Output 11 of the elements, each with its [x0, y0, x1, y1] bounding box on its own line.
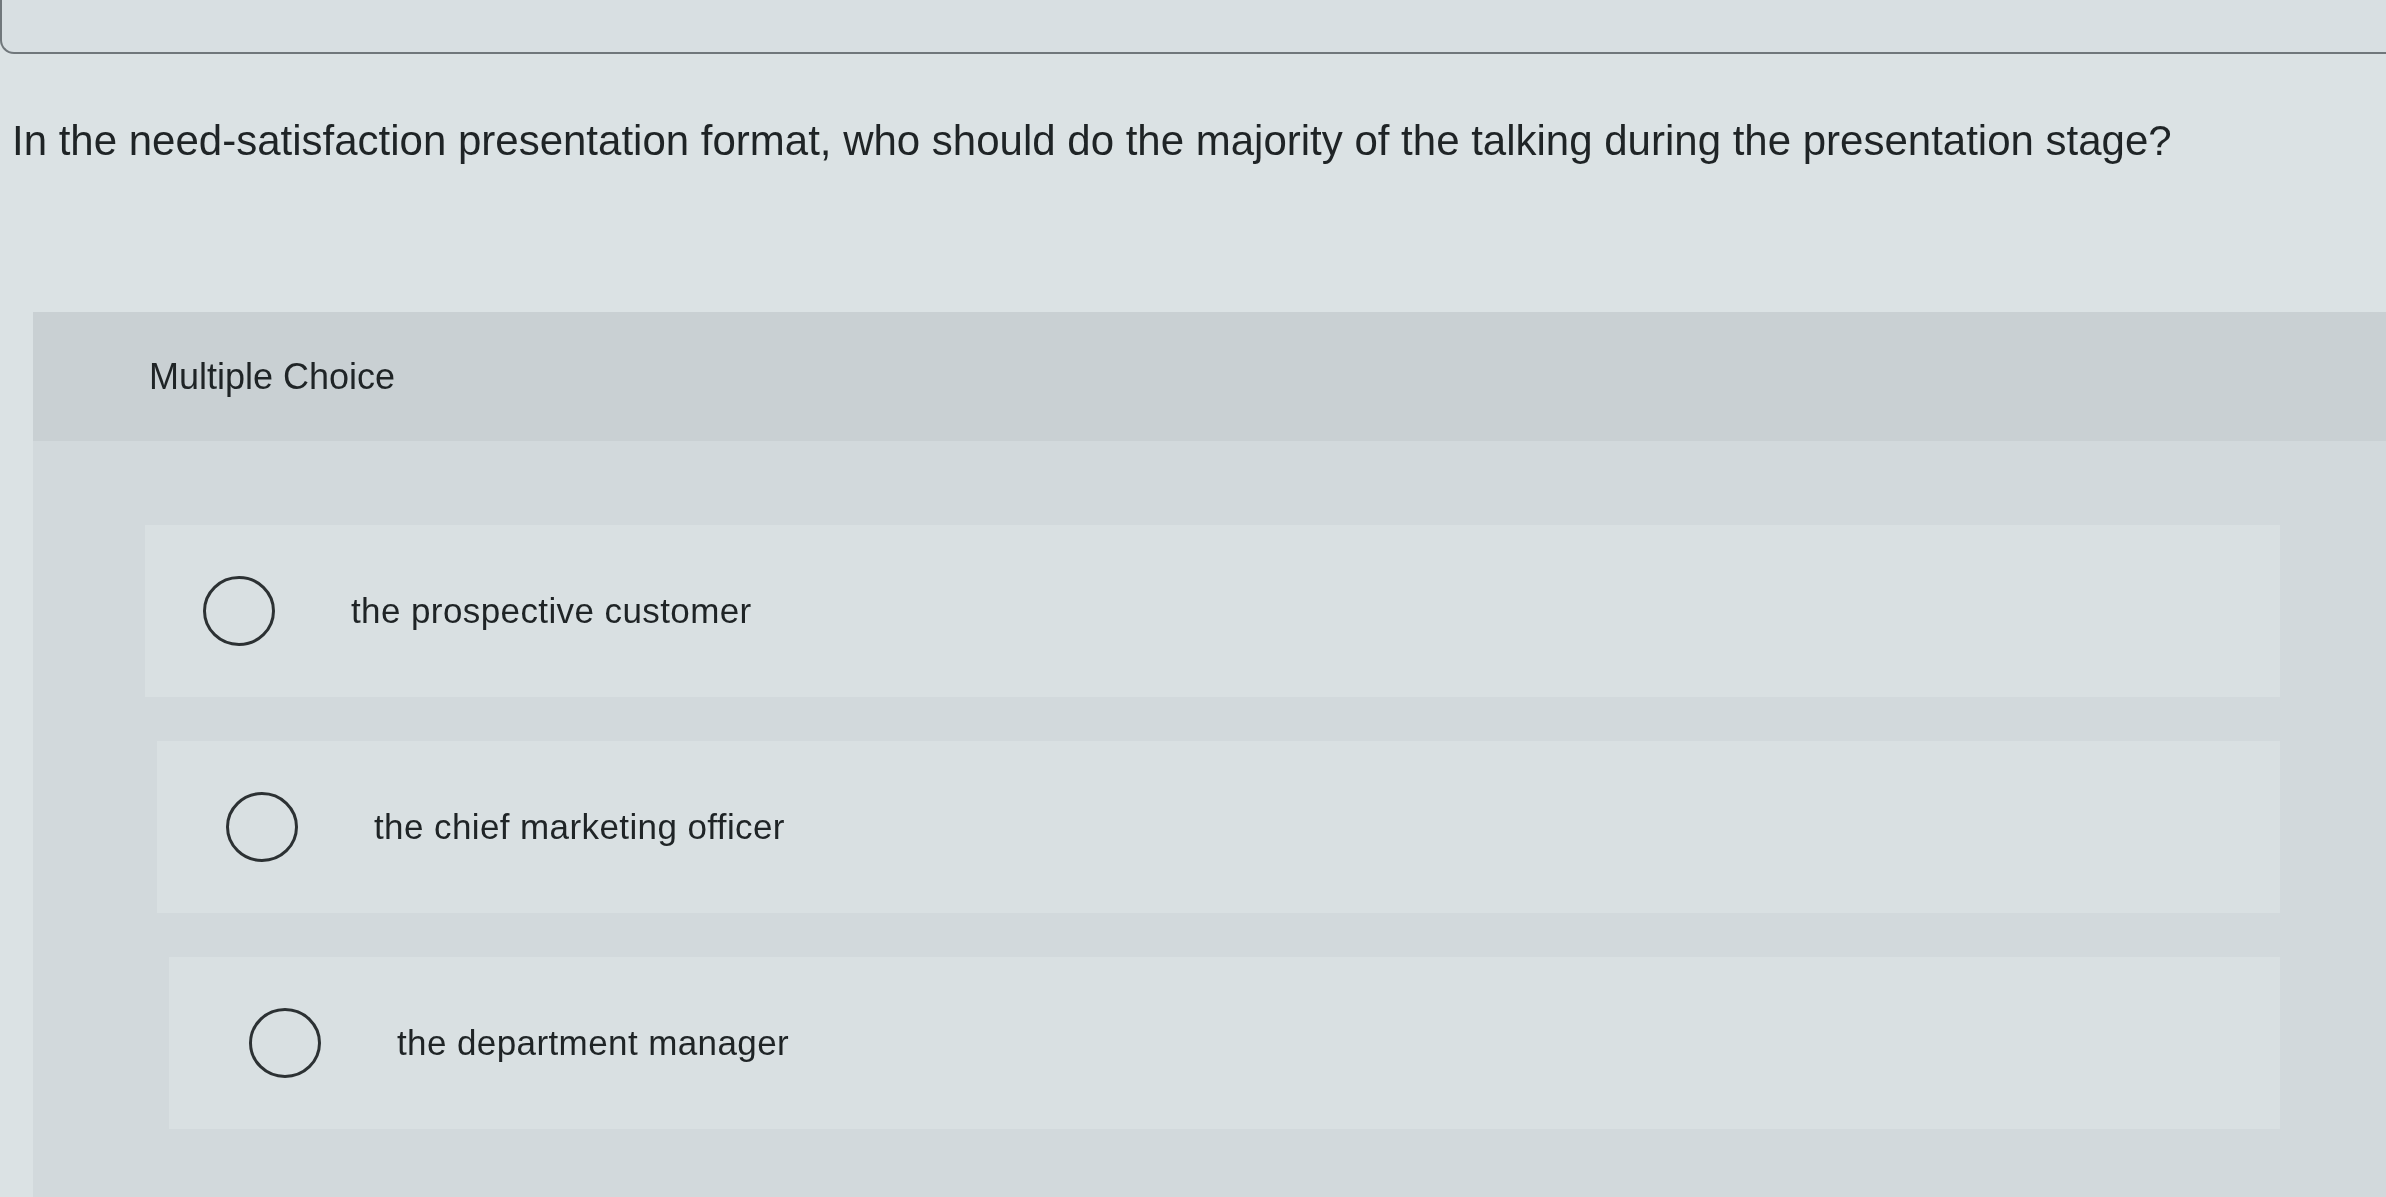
answer-option[interactable]: the prospective customer: [145, 525, 2280, 697]
option-label: the prospective customer: [351, 590, 752, 632]
option-label: the department manager: [397, 1022, 790, 1064]
question-text: In the need-satisfaction presentation format, who should do the majority of the talking during the presentation stage?: [11, 116, 2173, 166]
answer-option[interactable]: the chief marketing officer: [157, 741, 2280, 913]
question-type-label: Multiple Choice: [149, 355, 396, 398]
radio-button[interactable]: [203, 576, 275, 646]
radio-button[interactable]: [249, 1008, 321, 1078]
answer-option[interactable]: the department manager: [169, 957, 2280, 1129]
radio-button[interactable]: [226, 792, 298, 862]
option-label: the chief marketing officer: [374, 806, 785, 848]
